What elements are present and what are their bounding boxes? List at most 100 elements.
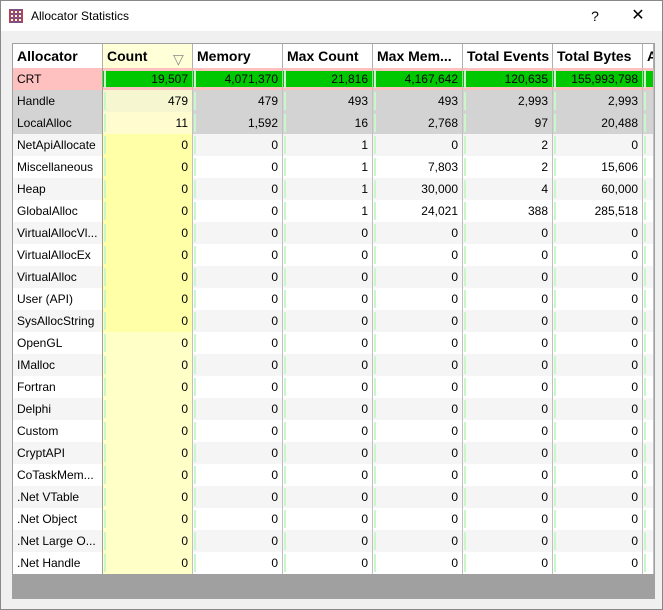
cell-value: 0 — [373, 398, 463, 420]
cell-value — [643, 530, 654, 552]
cell-value: 15,606 — [553, 156, 643, 178]
allocator-statistics-window: Allocator Statistics ? ✕ Allocator Count ▽… — [0, 0, 663, 610]
cell-value: 0 — [103, 354, 193, 376]
cell-value: 0 — [373, 552, 463, 574]
cell-value: 0 — [463, 354, 553, 376]
table-row[interactable]: Custom 0 0 0 0 0 0 — [13, 420, 654, 442]
cell-value: 0 — [283, 222, 373, 244]
cell-value: 0 — [283, 552, 373, 574]
cell-value: 0 — [193, 442, 283, 464]
cell-value — [643, 90, 654, 112]
table-row[interactable]: OpenGL 0 0 0 0 0 0 — [13, 332, 654, 354]
allocator-name: NetApiAllocate — [13, 134, 103, 156]
table-row[interactable]: CoTaskMem... 0 0 0 0 0 0 — [13, 464, 654, 486]
cell-value: 1 — [283, 134, 373, 156]
cell-value: 0 — [463, 464, 553, 486]
cell-value: 0 — [463, 244, 553, 266]
cell-value: 0 — [373, 530, 463, 552]
cell-value — [643, 508, 654, 530]
cell-value: 0 — [193, 530, 283, 552]
cell-value: 479 — [193, 90, 283, 112]
allocator-name: Custom — [13, 420, 103, 442]
column-header-a[interactable]: A — [643, 44, 654, 68]
cell-value: 0 — [553, 398, 643, 420]
cell-value: 0 — [373, 442, 463, 464]
table-row[interactable]: IMalloc 0 0 0 0 0 0 — [13, 354, 654, 376]
allocator-table[interactable]: Allocator Count ▽ Memory Max Count Max Mem...… — [12, 43, 655, 599]
cell-value: 0 — [103, 530, 193, 552]
cell-value: 0 — [283, 354, 373, 376]
allocator-name: Handle — [13, 90, 103, 112]
column-header-count[interactable]: Count ▽ — [103, 44, 193, 68]
table-row[interactable]: CRT 19,507 4,071,370 21,816 4,167,642 120,635… — [13, 68, 654, 90]
grid-icon — [9, 9, 23, 23]
cell-value: 4,167,642 — [373, 68, 463, 90]
table-row[interactable]: VirtualAllocVl... 0 0 0 0 0 0 — [13, 222, 654, 244]
table-row[interactable]: LocalAlloc 11 1,592 16 2,768 97 20,488 — [13, 112, 654, 134]
cell-value — [643, 310, 654, 332]
cell-value: 0 — [103, 398, 193, 420]
column-header-allocator[interactable]: Allocator — [13, 44, 103, 68]
cell-value: 0 — [103, 486, 193, 508]
cell-value: 0 — [193, 354, 283, 376]
column-header-total-events[interactable]: Total Events — [463, 44, 553, 68]
table-row[interactable]: VirtualAlloc 0 0 0 0 0 0 — [13, 266, 654, 288]
cell-value: 0 — [373, 222, 463, 244]
cell-value: 0 — [283, 266, 373, 288]
cell-value: 1 — [283, 178, 373, 200]
table-row[interactable]: .Net Large O... 0 0 0 0 0 0 — [13, 530, 654, 552]
cell-value: 0 — [553, 310, 643, 332]
table-row[interactable]: .Net Object 0 0 0 0 0 0 — [13, 508, 654, 530]
close-button[interactable]: ✕ — [626, 5, 650, 27]
cell-value: 16 — [283, 112, 373, 134]
cell-value — [643, 464, 654, 486]
table-row[interactable]: .Net Handle 0 0 0 0 0 0 — [13, 552, 654, 574]
table-row[interactable]: SysAllocString 0 0 0 0 0 0 — [13, 310, 654, 332]
column-header-label: Memory — [197, 48, 251, 64]
cell-value: 0 — [103, 332, 193, 354]
cell-value — [643, 486, 654, 508]
table-row[interactable]: NetApiAllocate 0 0 1 0 2 0 — [13, 134, 654, 156]
cell-value: 0 — [193, 156, 283, 178]
table-row[interactable]: CryptAPI 0 0 0 0 0 0 — [13, 442, 654, 464]
cell-value: 0 — [463, 310, 553, 332]
cell-value: 0 — [193, 288, 283, 310]
column-header-memory[interactable]: Memory — [193, 44, 283, 68]
cell-value: 0 — [373, 486, 463, 508]
table-row[interactable]: .Net VTable 0 0 0 0 0 0 — [13, 486, 654, 508]
table-row[interactable]: Miscellaneous 0 0 1 7,803 2 15,606 — [13, 156, 654, 178]
cell-value: 0 — [553, 508, 643, 530]
cell-value: 2 — [463, 134, 553, 156]
column-header-label: Total Bytes — [557, 48, 632, 64]
cell-value: 0 — [553, 442, 643, 464]
table-row[interactable]: User (API) 0 0 0 0 0 0 — [13, 288, 654, 310]
column-header-total-bytes[interactable]: Total Bytes — [553, 44, 643, 68]
column-header-max-count[interactable]: Max Count — [283, 44, 373, 68]
cell-value — [643, 266, 654, 288]
allocator-name: Miscellaneous — [13, 156, 103, 178]
cell-value: 0 — [103, 178, 193, 200]
cell-value: 0 — [283, 376, 373, 398]
cell-value: 0 — [553, 134, 643, 156]
table-row[interactable]: Heap 0 0 1 30,000 4 60,000 — [13, 178, 654, 200]
cell-value: 0 — [103, 288, 193, 310]
table-row[interactable]: Fortran 0 0 0 0 0 0 — [13, 376, 654, 398]
cell-value: 0 — [373, 134, 463, 156]
table-row[interactable]: VirtualAllocEx 0 0 0 0 0 0 — [13, 244, 654, 266]
table-row[interactable]: Handle 479 479 493 493 2,993 2,993 — [13, 90, 654, 112]
cell-value: 388 — [463, 200, 553, 222]
cell-value: 19,507 — [103, 68, 193, 90]
column-header-max-mem[interactable]: Max Mem... — [373, 44, 463, 68]
cell-value: 0 — [553, 420, 643, 442]
cell-value: 0 — [193, 398, 283, 420]
allocator-name: Fortran — [13, 376, 103, 398]
cell-value — [643, 288, 654, 310]
cell-value: 2 — [463, 156, 553, 178]
table-row[interactable]: GlobalAlloc 0 0 1 24,021 388 285,518 — [13, 200, 654, 222]
cell-value: 0 — [463, 530, 553, 552]
table-row[interactable]: Delphi 0 0 0 0 0 0 — [13, 398, 654, 420]
allocator-name: CryptAPI — [13, 442, 103, 464]
cell-value: 0 — [463, 332, 553, 354]
column-header-label: Max Mem... — [377, 48, 452, 64]
help-button[interactable]: ? — [583, 5, 607, 27]
